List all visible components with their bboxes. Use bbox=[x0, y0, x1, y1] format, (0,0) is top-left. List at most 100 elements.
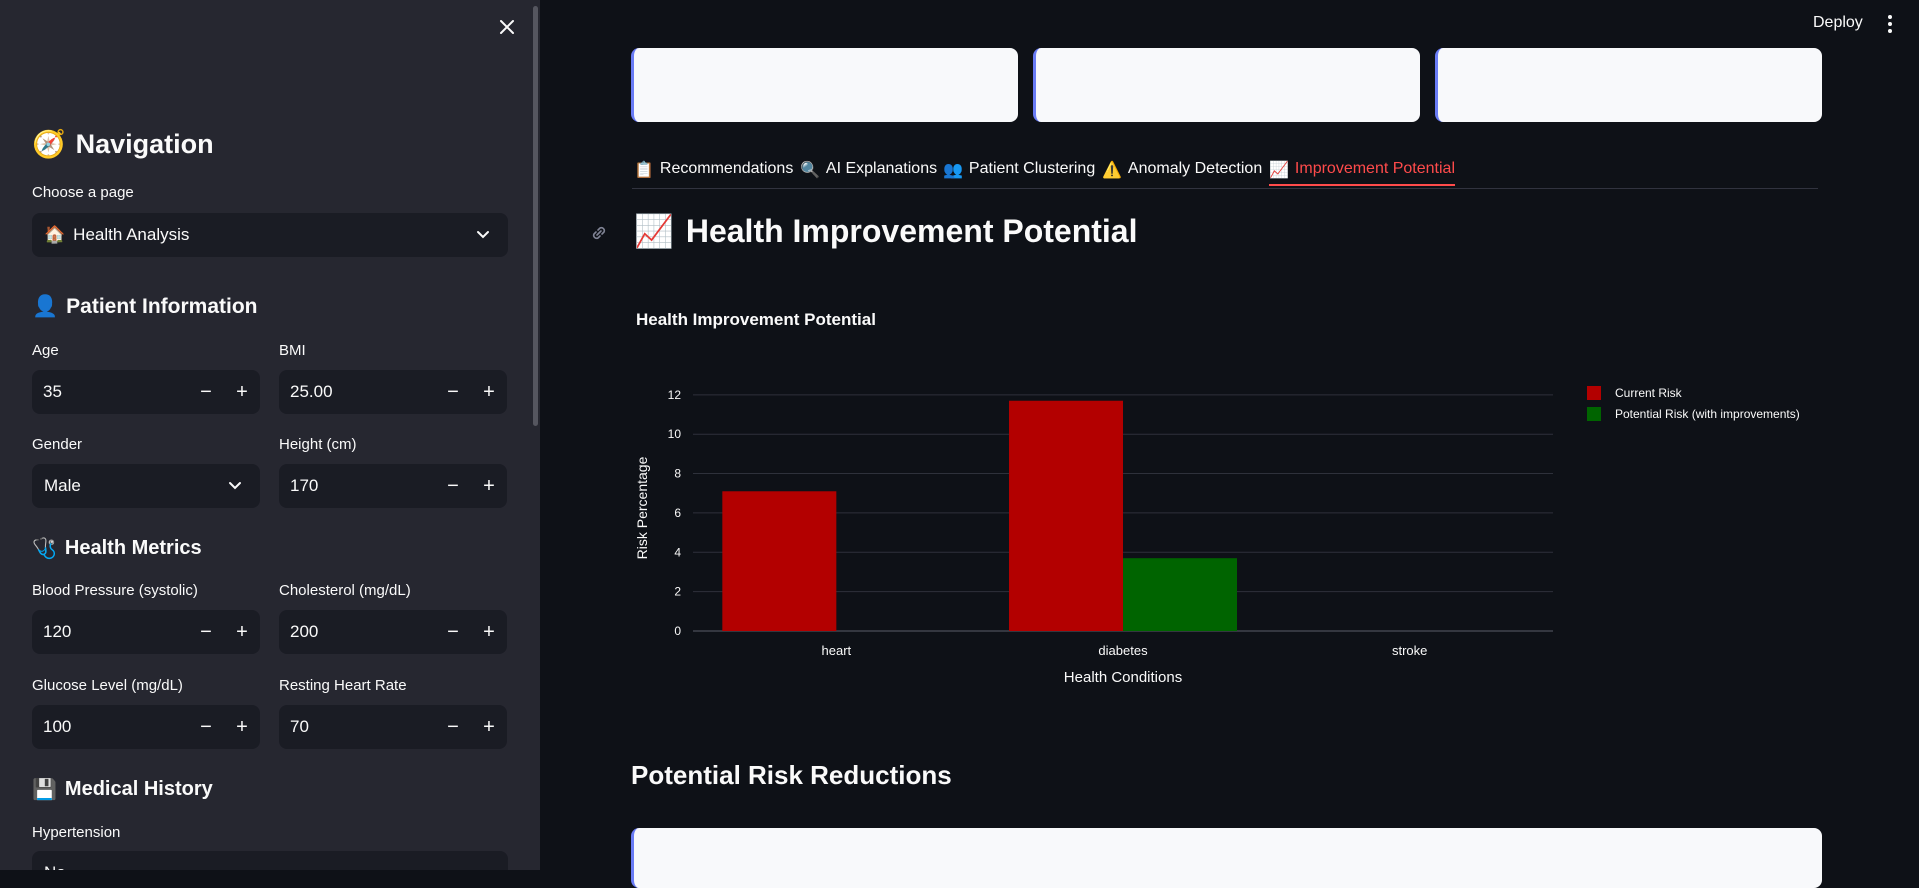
blood-pressure-input[interactable]: 120 − + bbox=[32, 610, 260, 654]
tab-ai-explanations[interactable]: 🔍 AI Explanations bbox=[800, 154, 937, 184]
sidebar-scrollbar-thumb[interactable] bbox=[533, 6, 538, 426]
risk-reduction-card bbox=[631, 828, 1822, 888]
health-metrics-title: Health Metrics bbox=[64, 536, 202, 559]
blood-pressure-decrement-button[interactable]: − bbox=[188, 610, 224, 654]
bmi-decrement-button[interactable]: − bbox=[435, 370, 471, 414]
y-tick-label: 10 bbox=[668, 427, 682, 441]
bar-diabetes-current-risk[interactable] bbox=[1009, 400, 1123, 631]
more-options-icon[interactable] bbox=[1882, 12, 1898, 36]
legend-label[interactable]: Current Risk bbox=[1615, 386, 1683, 400]
legend-swatch[interactable] bbox=[1587, 407, 1601, 421]
cholesterol-value[interactable]: 200 bbox=[279, 622, 435, 642]
tab-anomaly-detection[interactable]: ⚠️ Anomaly Detection bbox=[1102, 154, 1262, 184]
age-increment-button[interactable]: + bbox=[224, 370, 260, 414]
chart-title: Health Improvement Potential bbox=[636, 310, 876, 329]
y-tick-label: 12 bbox=[668, 388, 682, 402]
stethoscope-icon: 🩺 bbox=[32, 536, 57, 560]
bar-diabetes-potential-risk[interactable] bbox=[1123, 558, 1237, 631]
heart-rate-input[interactable]: 70 − + bbox=[279, 705, 507, 749]
warning-icon: ⚠️ bbox=[1102, 159, 1122, 179]
x-axis-ticks: heart diabetes stroke bbox=[822, 643, 1428, 658]
tab-label: Recommendations bbox=[659, 160, 794, 177]
tab-patient-clustering[interactable]: 👥 Patient Clustering bbox=[943, 154, 1095, 184]
gender-select[interactable]: Male bbox=[32, 464, 260, 508]
legend-swatch[interactable] bbox=[1587, 386, 1601, 400]
age-label: Age bbox=[32, 342, 59, 359]
glucose-value[interactable]: 100 bbox=[32, 717, 188, 737]
people-icon: 👥 bbox=[943, 159, 963, 179]
bmi-label: BMI bbox=[279, 342, 306, 359]
blood-pressure-increment-button[interactable]: + bbox=[224, 610, 260, 654]
navigation-heading: 🧭 Navigation bbox=[32, 128, 214, 161]
heart-rate-value[interactable]: 70 bbox=[279, 717, 435, 737]
patient-information-heading: 👤 Patient Information bbox=[32, 294, 258, 319]
y-tick-label: 0 bbox=[674, 624, 681, 638]
bmi-value[interactable]: 25.00 bbox=[279, 382, 435, 402]
house-icon: 🏠 bbox=[44, 225, 66, 245]
close-sidebar-button[interactable] bbox=[494, 14, 520, 40]
bar-heart-current-risk[interactable] bbox=[722, 491, 837, 631]
sidebar-scrollbar[interactable] bbox=[531, 0, 540, 870]
potential-risk-reductions-heading: Potential Risk Reductions bbox=[631, 760, 952, 790]
height-decrement-button[interactable]: − bbox=[435, 464, 471, 508]
age-value[interactable]: 35 bbox=[32, 382, 188, 402]
y-axis-label: Risk Percentage bbox=[634, 456, 650, 559]
gender-label: Gender bbox=[32, 436, 83, 453]
height-increment-button[interactable]: + bbox=[471, 464, 507, 508]
clipboard-icon: 📋 bbox=[634, 159, 654, 179]
tab-label: Improvement Potential bbox=[1294, 160, 1455, 177]
page-title: 📈 Health Improvement Potential bbox=[634, 212, 1137, 250]
hypertension-select[interactable]: No bbox=[32, 851, 508, 870]
tab-recommendations[interactable]: 📋 Recommendations bbox=[634, 154, 793, 184]
y-tick-label: 8 bbox=[674, 467, 681, 481]
risk-bar-chart: 0 2 4 6 8 10 12 heart diabetes stroke Health Con… bbox=[634, 386, 1800, 686]
deploy-button[interactable]: Deploy bbox=[1813, 14, 1863, 32]
floppy-disk-icon: 💾 bbox=[32, 777, 57, 801]
bmi-increment-button[interactable]: + bbox=[471, 370, 507, 414]
page-select-value: Health Analysis bbox=[73, 225, 190, 244]
y-tick-label: 6 bbox=[674, 506, 681, 520]
chart-bars bbox=[722, 400, 1237, 631]
metric-card bbox=[631, 48, 1018, 122]
age-input[interactable]: 35 − + bbox=[32, 370, 260, 414]
y-tick-label: 4 bbox=[674, 545, 681, 559]
hypertension-select-value: No bbox=[44, 863, 66, 870]
y-tick-label: 2 bbox=[674, 585, 681, 599]
tab-label: Patient Clustering bbox=[968, 160, 1096, 177]
cholesterol-decrement-button[interactable]: − bbox=[435, 610, 471, 654]
chart-increasing-icon: 📈 bbox=[1269, 159, 1289, 179]
height-input[interactable]: 170 − + bbox=[279, 464, 507, 508]
close-icon bbox=[500, 20, 514, 34]
glucose-input[interactable]: 100 − + bbox=[32, 705, 260, 749]
x-axis-label: Health Conditions bbox=[1064, 669, 1182, 686]
blood-pressure-label: Blood Pressure (systolic) bbox=[32, 582, 198, 599]
age-decrement-button[interactable]: − bbox=[188, 370, 224, 414]
glucose-increment-button[interactable]: + bbox=[224, 705, 260, 749]
cholesterol-label: Cholesterol (mg/dL) bbox=[279, 582, 411, 599]
glucose-decrement-button[interactable]: − bbox=[188, 705, 224, 749]
height-label: Height (cm) bbox=[279, 436, 357, 453]
heart-rate-increment-button[interactable]: + bbox=[471, 705, 507, 749]
link-icon[interactable] bbox=[588, 222, 610, 244]
bmi-input[interactable]: 25.00 − + bbox=[279, 370, 507, 414]
x-tick-label: heart bbox=[822, 643, 852, 658]
blood-pressure-value[interactable]: 120 bbox=[32, 622, 188, 642]
cholesterol-increment-button[interactable]: + bbox=[471, 610, 507, 654]
cholesterol-input[interactable]: 200 − + bbox=[279, 610, 507, 654]
tab-label: Anomaly Detection bbox=[1127, 160, 1263, 177]
heart-rate-label: Resting Heart Rate bbox=[279, 677, 407, 694]
choose-page-label: Choose a page bbox=[32, 184, 134, 201]
heart-rate-decrement-button[interactable]: − bbox=[435, 705, 471, 749]
person-icon: 👤 bbox=[32, 294, 59, 318]
page-select[interactable]: 🏠 Health Analysis bbox=[32, 213, 508, 257]
page-title-text: Health Improvement Potential bbox=[685, 212, 1138, 249]
legend-label[interactable]: Potential Risk (with improvements) bbox=[1615, 407, 1800, 421]
magnifier-icon: 🔍 bbox=[800, 159, 820, 179]
tab-improvement-potential[interactable]: 📈 Improvement Potential bbox=[1269, 154, 1455, 186]
chevron-down-icon bbox=[229, 482, 241, 490]
hypertension-label: Hypertension bbox=[32, 824, 121, 841]
height-value[interactable]: 170 bbox=[279, 476, 435, 496]
y-axis-ticks: 0 2 4 6 8 10 12 bbox=[668, 388, 682, 638]
health-metrics-heading: 🩺 Health Metrics bbox=[32, 536, 202, 560]
metric-card bbox=[1033, 48, 1420, 122]
